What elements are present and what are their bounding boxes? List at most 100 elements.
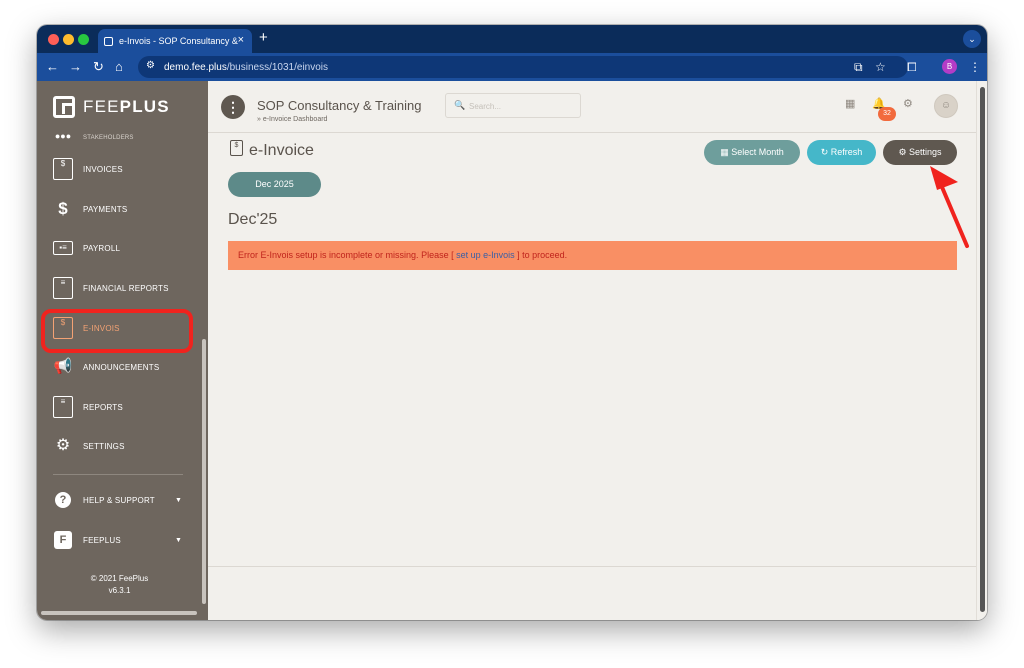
logo-text: FEEPLUS [83, 97, 170, 116]
tab-bar: e-Invois - SOP Consultancy & × + ⌄ [37, 25, 987, 53]
browser-menu-icon[interactable]: ⋮ [969, 60, 981, 74]
refresh-label: Refresh [830, 147, 863, 157]
feeplus-favicon-icon [104, 36, 113, 46]
sidebar-item-payroll[interactable]: ▪≡ PAYROLL [37, 230, 197, 266]
sidebar-item-label: FINANCIAL REPORTS [83, 283, 169, 293]
user-avatar[interactable]: ☺ [934, 94, 958, 118]
sidebar-item-label: STAKEHOLDERS [83, 135, 134, 141]
setup-e-invois-link[interactable]: set up e-Invois [456, 250, 515, 260]
alert-prefix: Error E-Invois setup is incomplete or mi… [238, 250, 457, 260]
tab-close-icon[interactable]: × [238, 34, 244, 46]
sidebar-item-label: PAYROLL [83, 243, 121, 253]
month-heading: Dec'25 [228, 211, 278, 228]
document-icon: ≡ [53, 396, 73, 418]
id-card-icon: ▪≡ [53, 241, 73, 255]
address-bar-row: ← → ↻ ⌂ ⚙ demo.fee.plus/business/1031/ei… [37, 53, 987, 81]
chevron-down-icon: ▼ [175, 496, 182, 504]
close-window-button[interactable] [48, 34, 59, 45]
sidebar-item-invoices[interactable]: $ INVOICES [37, 151, 197, 187]
sidebar-item-help-support[interactable]: ? HELP & SUPPORT ▼ [37, 482, 197, 518]
sidebar: FEEPLUS ●●● STAKEHOLDERS $ INVOICES $ PA… [37, 81, 208, 620]
url-path: /business/1031/einvois [226, 61, 329, 73]
breadcrumb[interactable]: » e-Invoice Dashboard [257, 116, 327, 123]
tab-search-chevron-icon[interactable]: ⌄ [963, 30, 981, 48]
error-alert: Error E-Invois setup is incomplete or mi… [228, 241, 957, 270]
sidebar-divider [53, 474, 183, 475]
search-input[interactable] [469, 98, 569, 114]
copyright-text: © 2021 FeePlus [90, 574, 149, 583]
gears-icon: ⚙ [898, 147, 910, 157]
sidebar-horizontal-scrollbar[interactable] [41, 611, 197, 615]
site-settings-icon[interactable]: ⚙ [146, 60, 155, 71]
sidebar-item-feeplus[interactable]: F FEEPLUS ▼ [37, 522, 197, 558]
top-bar: ⋮ SOP Consultancy & Training » e-Invoice… [208, 81, 976, 133]
sidebar-item-reports[interactable]: ≡ REPORTS [37, 389, 197, 425]
back-arrow-icon[interactable]: ← [46, 59, 59, 75]
settings-button[interactable]: ⚙ Settings [883, 140, 957, 165]
sidebar-item-label: INVOICES [83, 164, 123, 174]
forward-arrow-icon[interactable]: → [69, 59, 82, 75]
url-host: demo.fee.plus [164, 61, 227, 73]
sidebar-item-label: HELP & SUPPORT [83, 495, 155, 505]
select-month-button[interactable]: ▦ Select Month [704, 140, 800, 165]
new-tab-button[interactable]: + [259, 29, 268, 46]
qr-code-icon[interactable]: ▦ [845, 97, 855, 111]
refresh-icon: ↻ [820, 147, 831, 157]
extensions-puzzle-icon[interactable]: ⧠ [907, 60, 917, 74]
maximize-window-button[interactable] [78, 34, 89, 45]
chevron-down-icon: ▼ [175, 536, 182, 544]
footer-divider [208, 566, 976, 567]
business-name[interactable]: SOP Consultancy & Training [257, 98, 422, 113]
gear-icon[interactable]: ⚙ [903, 97, 913, 111]
sidebar-item-announcements[interactable]: 📢 ANNOUNCEMENTS [37, 349, 197, 385]
people-icon: ●●● [54, 131, 72, 141]
browser-window: e-Invois - SOP Consultancy & × + ⌄ ← → ↻… [37, 25, 987, 620]
app-page: FEEPLUS ●●● STAKEHOLDERS $ INVOICES $ PA… [37, 81, 987, 620]
sidebar-item-settings[interactable]: ⚙ SETTINGS [37, 428, 197, 464]
home-icon[interactable]: ⌂ [115, 59, 123, 75]
gears-icon: ⚙ [55, 437, 71, 454]
browser-tab[interactable]: e-Invois - SOP Consultancy & × [98, 29, 252, 53]
profile-avatar[interactable]: B [942, 59, 957, 74]
refresh-button[interactable]: ↻ Refresh [807, 140, 876, 165]
sidebar-item-payments[interactable]: $ PAYMENTS [37, 191, 197, 227]
notification-badge: 32 [878, 107, 896, 121]
tab-title: e-Invois - SOP Consultancy & [119, 36, 238, 46]
sidebar-item-label: REPORTS [83, 402, 123, 412]
sidebar-item-label: PAYMENTS [83, 204, 128, 214]
sidebar-item-label: ANNOUNCEMENTS [83, 362, 160, 372]
page-title: e-Invoice [249, 142, 314, 159]
feeplus-logo-icon [53, 96, 75, 118]
period-pill[interactable]: Dec 2025 [228, 172, 321, 197]
invoice-doc-icon: $ [53, 158, 73, 180]
more-options-icon[interactable]: ⋮ [221, 95, 245, 119]
copyright: © 2021 FeePlus v6.3.1 [37, 573, 202, 597]
megaphone-icon: 📢 [53, 358, 73, 375]
sidebar-item-label: SETTINGS [83, 441, 125, 451]
annotation-highlight-box [41, 309, 193, 353]
reload-icon[interactable]: ↻ [93, 59, 104, 75]
sidebar-item-label: FEEPLUS [83, 535, 121, 545]
version-text: v6.3.1 [108, 586, 131, 595]
bookmark-star-icon[interactable]: ☆ [875, 60, 886, 74]
scrollbar-thumb[interactable] [980, 87, 985, 612]
install-app-icon[interactable]: ⧉ [854, 60, 863, 74]
sidebar-item-financial-reports[interactable]: ≡ FINANCIAL REPORTS [37, 270, 197, 306]
settings-label: Settings [909, 147, 942, 157]
dollar-icon: $ [58, 199, 68, 218]
search-icon: 🔍 [454, 100, 466, 110]
calendar-icon: ▦ [720, 147, 732, 157]
url-field[interactable]: ⚙ demo.fee.plus/business/1031/einvois [138, 56, 908, 78]
search-box[interactable]: 🔍 [445, 93, 581, 118]
question-icon: ? [55, 492, 71, 508]
feeplus-icon: F [54, 531, 72, 549]
main-content: $ e-Invoice ▦ Select Month ↻ Refresh ⚙ S… [208, 134, 976, 566]
alert-suffix: ] to proceed. [514, 250, 568, 260]
minimize-window-button[interactable] [63, 34, 74, 45]
select-month-label: Select Month [731, 147, 784, 157]
sidebar-item-stakeholders[interactable]: ●●● STAKEHOLDERS [37, 131, 197, 145]
sidebar-scrollbar[interactable] [202, 339, 206, 604]
invoice-doc-icon: $ [230, 140, 243, 156]
report-doc-icon: ≡ [53, 277, 73, 299]
page-scrollbar[interactable] [976, 81, 987, 620]
